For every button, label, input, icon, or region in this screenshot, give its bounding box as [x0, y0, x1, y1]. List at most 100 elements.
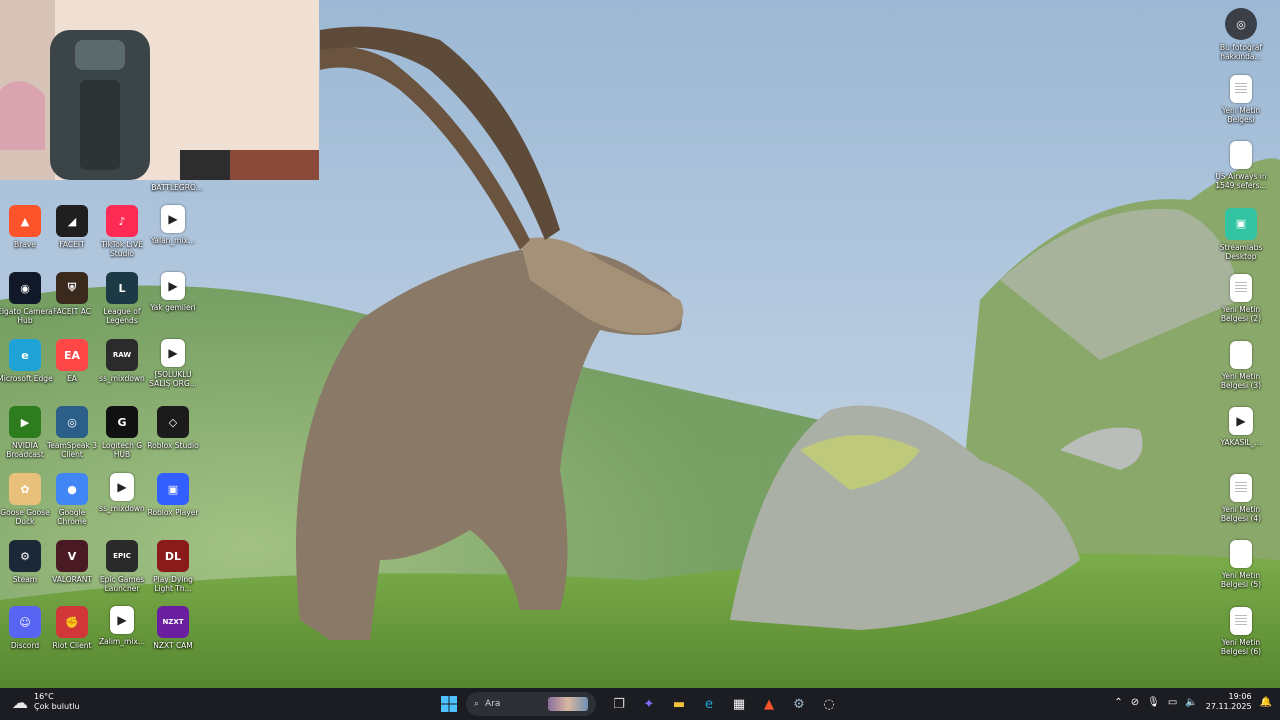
desktop-icon[interactable]: ▣ Streamlabs Desktop [1212, 207, 1270, 261]
streamlabs-icon: ▣ [1225, 207, 1257, 240]
desktop-icon[interactable]: ♪ TikTok LIVE Studio [93, 205, 151, 258]
desktop-icon-label: Streamlabs Desktop [1219, 242, 1263, 261]
logitech-icon: G [106, 406, 138, 438]
weather-widget[interactable]: ☁ 16°C Çok bulutlu [12, 692, 80, 712]
desktop-icon-label: TikTok LIVE Studio [101, 240, 143, 258]
desktop-icon[interactable]: BATTLEGRO... [148, 148, 206, 192]
chevron-up-icon[interactable]: ⌃ [1114, 697, 1122, 708]
search-highlight-image [548, 697, 588, 711]
text-document-icon [1230, 606, 1252, 635]
blank-document-icon [1230, 141, 1252, 169]
desktop-icon-label: Yalan_mix... [150, 236, 196, 245]
desktop-icon[interactable]: ◎ Bu fotoğraf hakkında... [1212, 8, 1270, 61]
desktop-icon-label: ss_mixdown [99, 504, 145, 513]
faceit-icon: ◢ [56, 205, 88, 237]
text-document-icon [1230, 74, 1252, 103]
desktop-icon-label: Steam [12, 575, 38, 584]
clock-time: 19:06 [1228, 692, 1252, 701]
desktop-icon-label: Zalim_mix... [99, 637, 145, 646]
notification-bell-icon[interactable]: 🔔 [1260, 697, 1272, 708]
desktop-icon-label: Riot Client [52, 641, 92, 650]
desktop-icon-label: Yeni Metin Belgesi (4) [1220, 504, 1262, 523]
desktop-icon[interactable]: ▶ Yalan_mix... [144, 205, 202, 245]
desktop-icon-label: NZXT CAM [153, 641, 193, 650]
desktop-icon-label: Yeni Metin Belgesi (6) [1220, 637, 1262, 656]
desktop-icon[interactable]: ▶ YAKASIL_... [1212, 407, 1270, 447]
text-document-icon [1230, 274, 1252, 302]
taskbar-clock[interactable]: 19:06 27.11.2025 [1206, 692, 1252, 712]
taskbar: ☁ 16°C Çok bulutlu ⌕ Ara ❐ ✦ ▬ e ▦ ▲ ⚙ ◌ ⌃ ⊘ 🎙 … [0, 688, 1280, 720]
desktop-icon-label: US Airways ın 1549 sefers... [1215, 172, 1267, 190]
desktop-icon[interactable]: DL Play Dying Light Th... [144, 540, 202, 593]
network-icon[interactable]: ▭ [1168, 697, 1177, 708]
desktop-icon[interactable]: ▶ Yak gemileri [144, 272, 202, 312]
recorder-taskbar-icon[interactable]: ◌ [816, 691, 842, 717]
blank-document-icon [1230, 540, 1252, 568]
desktop-icon-label: Yeni Metin Belgesi (3) [1220, 371, 1262, 390]
desktop-icon[interactable]: ▶ [SOLUKLU SALIŞ ORG... [144, 339, 202, 388]
desktop-icon[interactable]: ▶ Zalim_mix... [93, 606, 151, 646]
desktop-icon[interactable]: ◇ Roblox Studio [144, 406, 202, 450]
desktop-icon-label: FACEIT AC [52, 307, 91, 316]
taskbar-search[interactable]: ⌕ Ara [466, 692, 596, 716]
chrome-icon: ● [56, 473, 88, 505]
brave-taskbar-icon[interactable]: ▲ [756, 691, 782, 717]
desktop-icon-label: Yak gemileri [150, 303, 196, 312]
desktop-icon-label: EA [67, 374, 77, 383]
desktop-icon[interactable]: NZXT NZXT CAM [144, 606, 202, 650]
file-explorer-icon[interactable]: ▬ [666, 691, 692, 717]
desktop-icon-label: Roblox Studio [147, 441, 199, 450]
epic-icon: EPIC [106, 540, 138, 572]
desktop-icon-label: YAKASIL_... [1220, 438, 1262, 447]
steam-taskbar-icon[interactable]: ⚙ [786, 691, 812, 717]
windows-logo-icon [441, 696, 457, 712]
raw-audio-icon: RAW [106, 339, 138, 371]
nzxt-icon: NZXT [157, 606, 189, 638]
desktop-icon[interactable]: L League of Legends [93, 272, 151, 325]
desktop-icon-label: Yeni Metin Belgesi (2) [1220, 305, 1262, 323]
video-file-icon: ▶ [161, 339, 185, 367]
video-file-icon: ▶ [110, 473, 134, 501]
desktop-icon[interactable]: EPIC Epic Games Launcher [93, 540, 151, 593]
tiktok-live-icon: ♪ [106, 205, 138, 237]
desktop-icon[interactable]: Yeni Metin Belgesi (5) [1212, 540, 1270, 589]
desktop-icon[interactable]: Yeni Metin Belgesi (3) [1212, 340, 1270, 390]
desktop-icon-label: Play Dying Light Th... [153, 575, 193, 593]
edge-taskbar-icon[interactable]: e [696, 691, 722, 717]
tray-app-icon[interactable]: ⊘ [1131, 697, 1139, 708]
weather-description: Çok bulutlu [34, 702, 80, 711]
roblox-player-icon: ▣ [157, 473, 189, 505]
desktop-icon[interactable]: ▶ ss_mixdown [93, 473, 151, 513]
desktop-icon[interactable]: Yeni Metin Belgesi (4) [1212, 473, 1270, 523]
video-file-icon: ▶ [161, 272, 185, 300]
desktop-icon-label: BATTLEGRO... [151, 183, 203, 192]
steam-icon: ⚙ [9, 540, 41, 572]
start-button[interactable] [436, 691, 462, 717]
desktop-icon[interactable]: ▣ Roblox Player [144, 473, 202, 517]
volume-icon[interactable]: 🔈 [1185, 697, 1197, 708]
riot-icon: ✊ [56, 606, 88, 638]
copilot-icon[interactable]: ✦ [636, 691, 662, 717]
system-tray: ⌃ ⊘ 🎙 ▭ 🔈 19:06 27.11.2025 🔔 [1114, 692, 1272, 712]
desktop-icon-label: Discord [10, 641, 40, 650]
task-view-icon[interactable]: ❐ [606, 691, 632, 717]
goose-icon: ✿ [9, 473, 41, 505]
desktop-icon[interactable]: US Airways ın 1549 sefers... [1212, 141, 1270, 190]
desktop-icon[interactable]: Yeni Metin Belgesi (6) [1212, 606, 1270, 656]
desktop-icon-label: Logitech G HUB [101, 441, 143, 459]
desktop-icon[interactable]: Yeni Metin Belgesi [1212, 74, 1270, 124]
teamspeak-icon: ◎ [56, 406, 88, 438]
desktop-icon-label: Bu fotoğraf hakkında... [1219, 43, 1263, 61]
taskbar-center: ⌕ Ara ❐ ✦ ▬ e ▦ ▲ ⚙ ◌ [436, 691, 842, 717]
desktop-icon[interactable]: G Logitech G HUB [93, 406, 151, 459]
microphone-icon[interactable]: 🎙 [1147, 697, 1160, 708]
desktop-icon[interactable]: Yeni Metin Belgesi (2) [1212, 274, 1270, 323]
clock-date: 27.11.2025 [1205, 702, 1252, 711]
desktop-icon-label: Epic Games Launcher [99, 575, 145, 593]
text-document-icon [1230, 473, 1252, 502]
pinned-apps: ❐ ✦ ▬ e ▦ ▲ ⚙ ◌ [606, 691, 842, 717]
desktop-icon[interactable]: RAW ss_mixdown [93, 339, 151, 383]
league-icon: L [106, 272, 138, 304]
store-icon[interactable]: ▦ [726, 691, 752, 717]
video-file-icon: ▶ [110, 606, 134, 634]
